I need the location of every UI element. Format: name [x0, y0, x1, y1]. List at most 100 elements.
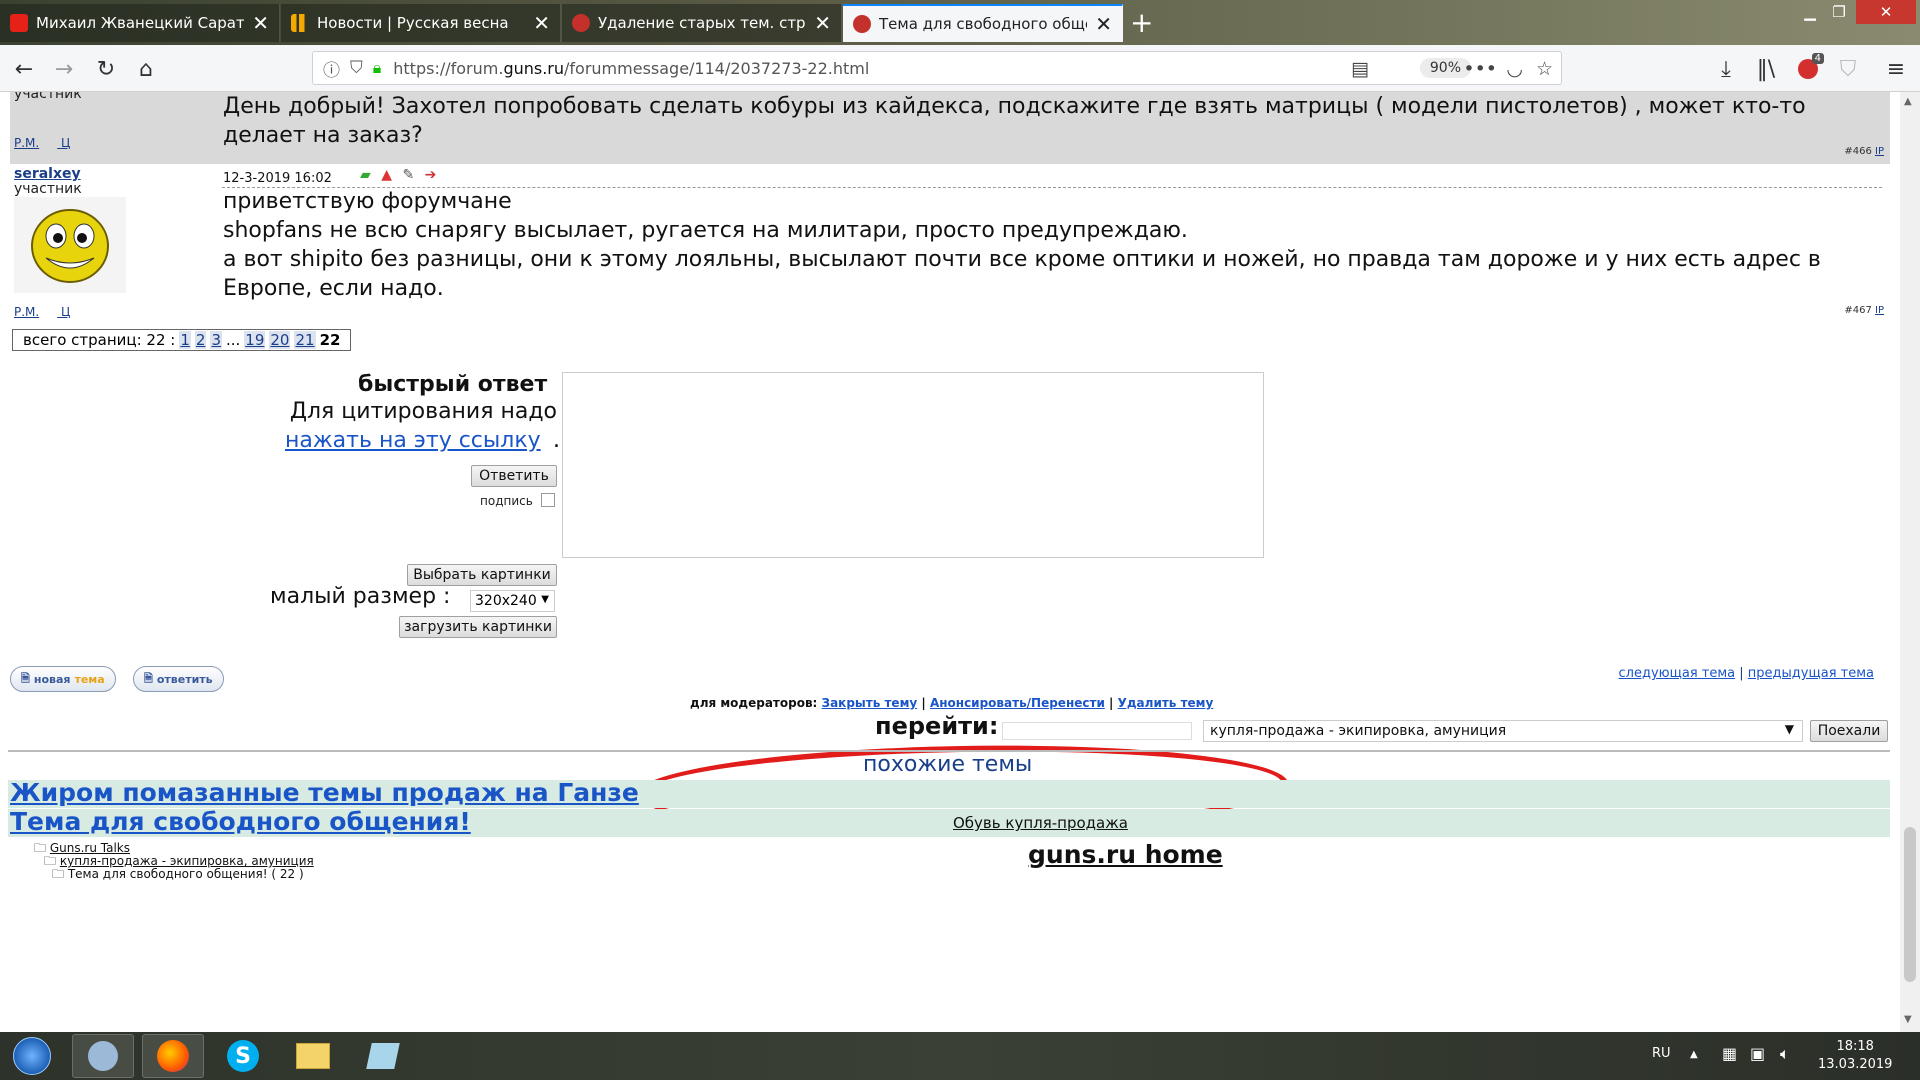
cite-dot: . [553, 428, 560, 453]
scroll-down-icon[interactable]: ▼ [1904, 1014, 1912, 1025]
upload-images-button[interactable]: загрузить картинки [399, 616, 557, 638]
goto-input[interactable] [1002, 722, 1192, 740]
page-viewport: участник День добрый! Захотел попробоват… [0, 92, 1900, 1032]
similar-topic-link[interactable]: Тема для свободного общения! [10, 807, 471, 836]
page-link[interactable]: 1 [179, 331, 191, 349]
pm-link[interactable]: Р.М. [14, 305, 39, 319]
close-icon[interactable]: ✕ [252, 11, 269, 35]
menu-icon[interactable]: ≡ [1880, 53, 1912, 85]
lock-icon[interactable]: 🔒︎ [373, 58, 382, 78]
scroll-up-icon[interactable]: ▲ [1904, 96, 1912, 107]
library-icon[interactable]: ‖\ [1750, 53, 1782, 85]
url-bar[interactable]: ⓘ ⛉ 🔒︎ https://forum.guns.ru/forummessag… [312, 51, 1562, 85]
page-link[interactable]: 20 [269, 331, 291, 349]
mail-app-icon[interactable] [72, 1034, 134, 1078]
tab-label: Удаление старых тем. страни [598, 14, 806, 32]
tray-expand-icon[interactable]: ▲ [1690, 1049, 1698, 1060]
tab-label: Тема для свободного общен [879, 15, 1088, 33]
firefox-icon[interactable] [142, 1034, 204, 1078]
tracking-shield-icon[interactable]: ⛉ [350, 58, 363, 78]
app-tray-icon[interactable]: ▦ [1722, 1044, 1737, 1063]
bookmark-star-icon[interactable]: ☆ [1536, 58, 1553, 80]
forward-icon[interactable]: → [48, 53, 80, 85]
tree-topic: Тема для свободного общения! ( 22 ) [67, 867, 304, 881]
reader-view-icon[interactable]: ▤ [1351, 58, 1369, 80]
chevron-down-icon: ▼ [1784, 722, 1794, 736]
start-button[interactable] [4, 1034, 60, 1078]
back-icon[interactable]: ← [8, 53, 40, 85]
delete-topic-link[interactable]: Удалить тему [1118, 696, 1214, 710]
quote-link[interactable]: Ц [61, 136, 70, 150]
post-links: Р.М. Ц [14, 136, 88, 150]
page-scrollbar[interactable]: ▲ ▼ [1900, 92, 1920, 1032]
reload-icon[interactable]: ↻ [90, 53, 122, 85]
close-icon[interactable]: ✕ [1095, 12, 1112, 36]
reply-button[interactable]: Ответить [471, 465, 557, 487]
page-link[interactable]: 19 [244, 331, 266, 349]
post-line: shopfans не всю снарягу высылает, ругает… [223, 218, 1188, 243]
close-icon[interactable]: ✕ [814, 11, 831, 35]
downloads-icon[interactable]: ⤓ [1710, 53, 1742, 85]
clock[interactable]: 18:18 13.03.2019 [1818, 1038, 1892, 1074]
volume-icon[interactable]: 🔈︎ [1780, 1044, 1790, 1064]
tab-rusvesna[interactable]: Новости | Русская весна ✕ [281, 4, 561, 42]
maximize-icon[interactable]: ❐ [1822, 0, 1856, 24]
page-actions-icon[interactable]: ••• [1463, 58, 1497, 80]
ip-link[interactable]: IP [1875, 146, 1884, 157]
warning-icon[interactable]: ▲ [381, 167, 392, 183]
go-button[interactable]: Поехали [1810, 720, 1888, 742]
tab-youtube[interactable]: Михаил Жванецкий Сарат ✕ [0, 4, 280, 42]
reply-textarea[interactable] [562, 372, 1264, 558]
clock-date: 13.03.2019 [1818, 1057, 1893, 1072]
reply-topic-button[interactable]: 🗎 ответить [133, 666, 224, 692]
url-text[interactable]: https://forum.guns.ru/forummessage/114/2… [393, 59, 869, 78]
quick-reply-cite-text: Для цитирования надо [289, 399, 557, 424]
quote-link[interactable]: Ц [61, 305, 70, 319]
tab-free-talk[interactable]: Тема для свободного общен ✕ [843, 4, 1123, 42]
notepad-icon[interactable] [352, 1034, 414, 1078]
post-line: а вот shipito без разницы, они к этому л… [223, 247, 1821, 301]
page-link[interactable]: 2 [194, 331, 207, 349]
forum-select[interactable]: купля-продажа - экипировка, амуниция ▼ [1203, 720, 1803, 742]
folder-icon: 🗀 [52, 867, 65, 881]
tab-delete-old-topics[interactable]: Удаление старых тем. страни ✕ [562, 4, 842, 42]
window-close-icon[interactable]: ✕ [1856, 0, 1916, 24]
home-link[interactable]: guns.ru home [1028, 840, 1223, 869]
report-icon[interactable]: ➔ [425, 167, 437, 183]
skype-icon[interactable]: S [212, 1034, 274, 1078]
close-icon[interactable]: ✕ [533, 11, 550, 35]
clock-time: 18:18 [1836, 1039, 1874, 1054]
cite-link[interactable]: нажать на эту ссылку [285, 428, 541, 453]
pm-link[interactable]: Р.М. [14, 136, 39, 150]
info-icon[interactable]: ⓘ [323, 56, 340, 81]
close-topic-link[interactable]: Закрыть тему [822, 696, 918, 710]
shield-icon[interactable]: ⛉ [1832, 53, 1864, 85]
file-explorer-icon[interactable] [282, 1034, 344, 1078]
announce-move-link[interactable]: Анонсировать/Перенести [930, 696, 1105, 710]
new-topic-button[interactable]: 🗎 новая тема [10, 666, 116, 692]
network-icon[interactable]: ▣ [1750, 1044, 1765, 1063]
ip-link[interactable]: IP [1875, 305, 1884, 316]
forum-post: seralxey участник 12-3-2019 16:02 ▰ ▲ ✎ … [10, 165, 1890, 325]
pocket-icon[interactable]: ◡ [1506, 58, 1523, 80]
image-size-select[interactable]: 320x240 ▼ [470, 590, 555, 612]
page-link[interactable]: 3 [210, 331, 222, 349]
choose-images-button[interactable]: Выбрать картинки [407, 564, 557, 586]
post-line: приветствую форумчане [223, 189, 512, 214]
language-indicator[interactable]: RU [1652, 1046, 1671, 1061]
page-link[interactable]: 21 [294, 331, 316, 349]
next-topic-link[interactable]: следующая тема [1619, 666, 1736, 681]
similar-topic-link[interactable]: Обувь купля-продажа [953, 814, 1128, 832]
post-text: приветствую форумчане shopfans не всю сн… [223, 187, 1880, 303]
home-icon[interactable]: ⌂ [130, 53, 162, 85]
profile-icon[interactable]: ▰ [360, 167, 371, 183]
addon-badge-icon[interactable]: 4 [1792, 53, 1824, 85]
edit-icon[interactable]: ✎ [402, 167, 414, 183]
author-name[interactable]: seralxey [14, 166, 81, 182]
scrollbar-thumb[interactable] [1904, 827, 1916, 982]
prev-topic-link[interactable]: предыдущая тема [1748, 666, 1874, 681]
new-tab-icon[interactable]: + [1130, 6, 1153, 39]
similar-topic-link[interactable]: Жиром помазанные темы продаж на Ганзе [10, 778, 639, 807]
signature-checkbox[interactable] [541, 493, 555, 507]
author-role: участник [14, 92, 82, 102]
